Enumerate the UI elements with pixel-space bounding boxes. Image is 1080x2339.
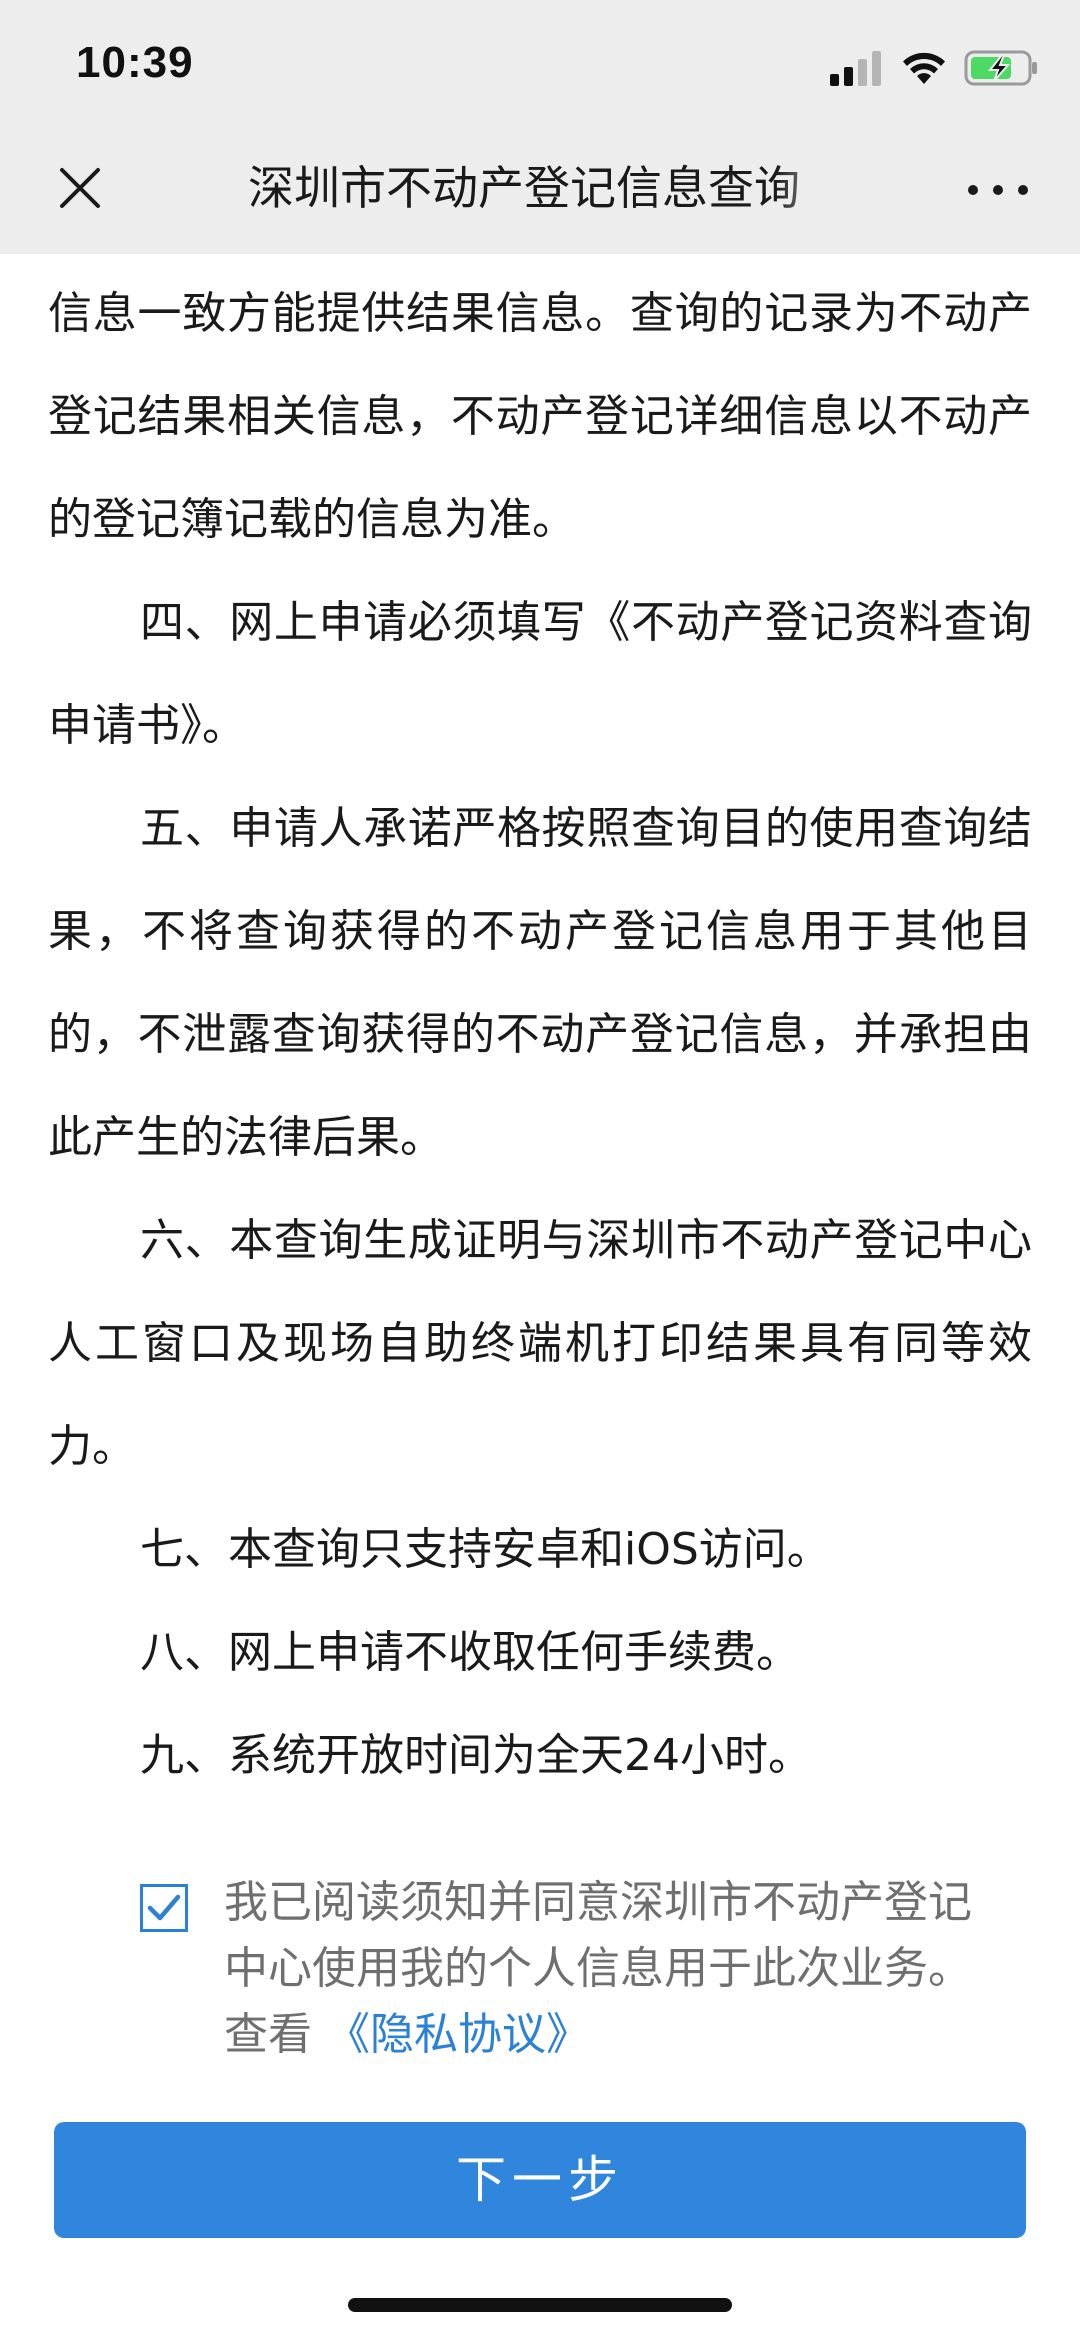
page-title: 深圳市不动产登记信息查询 xyxy=(248,161,800,215)
notice-paragraph: 六、本查询生成证明与深圳市不动产登记中心人工窗口及现场自助终端机打印结果具有同等… xyxy=(48,1215,1032,1472)
privacy-policy-link[interactable]: 《隐私协议》 xyxy=(326,2009,590,2060)
notice-paragraph: 信息一致方能提供结果信息。查询的记录为不动产登记结果相关信息，不动产登记详细信息… xyxy=(48,288,1032,545)
notice-paragraph: 八、网上申请不收取任何手续费。 xyxy=(140,1627,800,1678)
cellular-signal-icon xyxy=(830,51,881,86)
home-indicator xyxy=(348,2298,732,2312)
agreement-text: 我已阅读须知并同意深圳市不动产登记中心使用我的个人信息用于此次业务。查看 《隐私… xyxy=(224,1870,1004,2068)
notice-paragraph: 九、系统开放时间为全天24小时。 xyxy=(140,1730,812,1781)
agreement-checkbox[interactable] xyxy=(140,1884,188,1932)
notice-paragraph: 七、本查询只支持安卓和iOS访问。 xyxy=(140,1524,831,1575)
more-dot-icon xyxy=(968,185,978,195)
close-icon xyxy=(60,168,100,208)
battery-charging-icon xyxy=(964,50,1037,86)
wifi-icon xyxy=(903,52,945,84)
agreement-row: 我已阅读须知并同意深圳市不动产登记中心使用我的个人信息用于此次业务。查看 《隐私… xyxy=(140,1870,1020,2068)
notice-paragraph: 四、网上申请必须填写《不动产登记资料查询申请书》。 xyxy=(48,597,1032,751)
top-bar: 10:39 深圳市不动产登记信息查询 xyxy=(0,0,1080,254)
status-time: 10:39 xyxy=(76,38,194,87)
close-button[interactable] xyxy=(52,160,108,216)
checkmark-icon xyxy=(147,1894,181,1921)
more-options-button[interactable] xyxy=(968,168,1028,212)
notice-paragraph: 五、申请人承诺严格按照查询目的使用查询结果，不将查询获得的不动产登记信息用于其他… xyxy=(48,803,1032,1163)
more-dot-icon xyxy=(1018,185,1028,195)
status-icons xyxy=(828,48,1040,88)
notice-content: 信息一致方能提供结果信息。查询的记录为不动产登记结果相关信息，不动产登记详细信息… xyxy=(48,262,1032,1807)
more-dot-icon xyxy=(993,185,1003,195)
next-step-button[interactable]: 下一步 xyxy=(54,2122,1026,2238)
